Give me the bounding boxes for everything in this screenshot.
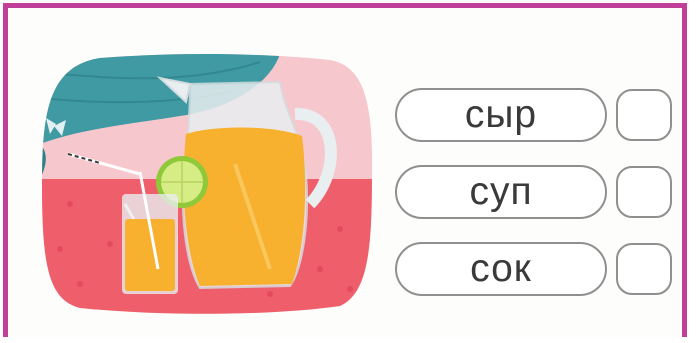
word-option-syr: сыр — [395, 88, 607, 142]
word-option-sok: сок — [395, 242, 607, 296]
answer-box-3[interactable] — [616, 243, 672, 295]
word-option-sup: суп — [395, 165, 607, 219]
answer-box-2[interactable] — [616, 166, 672, 218]
exercise-frame: сыр суп сок — [3, 3, 687, 337]
juice-illustration — [42, 54, 372, 314]
answer-box-1[interactable] — [616, 89, 672, 141]
